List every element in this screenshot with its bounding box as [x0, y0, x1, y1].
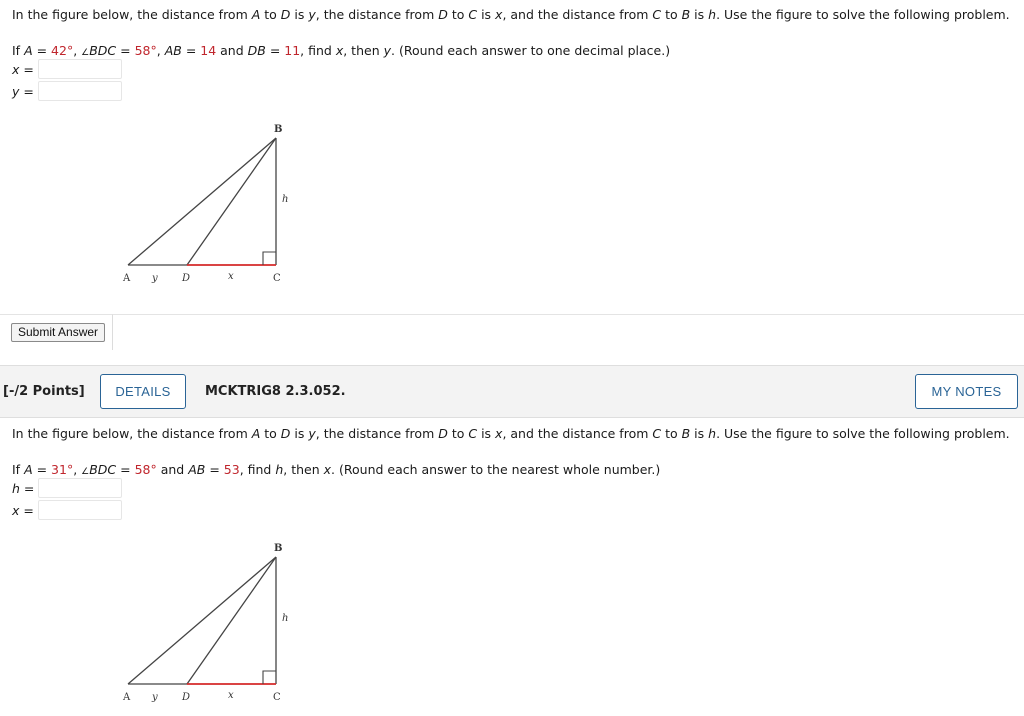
- answer-label-h: h =: [12, 480, 35, 496]
- given-ab: 53: [223, 462, 240, 477]
- given-angle-bdc: 58°: [134, 462, 157, 477]
- given-angle-a: 42°: [51, 43, 74, 58]
- triangle-figure-2: A y D x C B h: [110, 537, 300, 716]
- label-h: h: [282, 613, 288, 624]
- given-ab: 14: [200, 43, 217, 58]
- label-d: D: [181, 273, 190, 284]
- problem-1-intro: In the figure below, the distance from A…: [12, 7, 1010, 22]
- given-angle-bdc: 58°: [134, 43, 157, 58]
- segment-ab: [127, 137, 277, 266]
- answer-label-x: x =: [12, 502, 34, 518]
- divider: [113, 314, 1024, 315]
- answer-input-x[interactable]: [38, 500, 122, 520]
- label-c: C: [273, 273, 281, 284]
- right-angle-mark: [262, 251, 276, 265]
- points-label: [-/2 Points]: [3, 384, 85, 399]
- label-b: B: [274, 124, 282, 135]
- answer-row-x: x =: [12, 59, 122, 79]
- question-id: MCKTRIG8 2.3.052.: [205, 384, 346, 399]
- label-y: y: [151, 692, 158, 703]
- answer-label-x: x =: [12, 61, 34, 77]
- label-b: B: [274, 543, 282, 554]
- segment-db: [186, 556, 277, 685]
- label-c: C: [273, 692, 281, 703]
- answer-input-y[interactable]: [38, 81, 122, 101]
- label-d: D: [181, 692, 190, 703]
- label-x: x: [228, 271, 234, 282]
- label-a: A: [122, 273, 131, 284]
- submit-answer-button[interactable]: Submit Answer: [11, 323, 106, 342]
- answer-row-x: x =: [12, 500, 122, 520]
- problem-1-given: If A = 42°, ∠BDC = 58°, AB = 14 and DB =…: [12, 43, 671, 58]
- segment-ab: [127, 556, 277, 685]
- right-angle-mark: [262, 670, 276, 684]
- answer-input-x[interactable]: [38, 59, 122, 79]
- answer-input-h[interactable]: [38, 478, 122, 498]
- answer-row-y: y =: [12, 81, 122, 101]
- problem-2-given: If A = 31°, ∠BDC = 58° and AB = 53, find…: [12, 462, 661, 477]
- label-y: y: [151, 273, 158, 284]
- my-notes-button[interactable]: MY NOTES: [915, 374, 1018, 409]
- given-angle-a: 31°: [51, 462, 74, 477]
- answer-label-y: y =: [12, 83, 34, 99]
- segment-db: [186, 137, 277, 266]
- label-h: h: [282, 194, 288, 205]
- given-db: 11: [284, 43, 301, 58]
- triangle-figure-1: A y D x C B h: [110, 118, 300, 292]
- details-button[interactable]: DETAILS: [100, 374, 186, 409]
- problem-2-intro: In the figure below, the distance from A…: [12, 426, 1010, 441]
- answer-row-h: h =: [12, 478, 122, 498]
- label-x: x: [228, 690, 234, 701]
- label-a: A: [122, 692, 131, 703]
